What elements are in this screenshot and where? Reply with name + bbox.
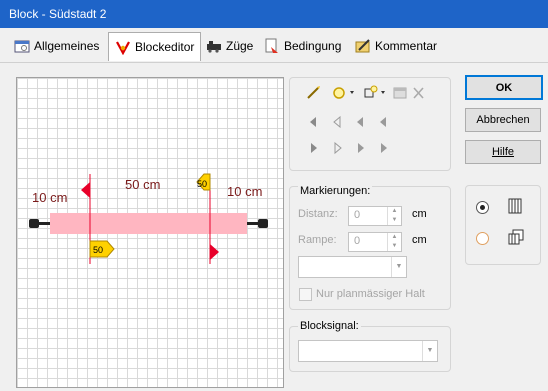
train-icon: [207, 41, 221, 53]
speed-value-bottom: 50: [93, 245, 103, 255]
block-editor-icon: [116, 41, 130, 55]
chevron-down-icon: ▼: [422, 341, 437, 361]
left-distance-label: 10 cm: [32, 190, 67, 205]
ramp-input[interactable]: 0 ▲ ▼: [348, 232, 402, 252]
window-title: Block - Südstadt 2: [9, 7, 107, 21]
tab-blockeditor-label: Blockeditor: [135, 40, 195, 54]
ramp-label: Rampe:: [298, 234, 337, 246]
pen-tool-icon[interactable]: [307, 86, 320, 99]
ramp-spinner[interactable]: ▲ ▼: [387, 233, 401, 251]
view-mode-radio-multi[interactable]: [476, 232, 489, 245]
speed-value-top: 50: [197, 179, 207, 189]
right-distance-label: 10 cm: [227, 184, 262, 199]
left-connector-icon[interactable]: [29, 219, 50, 228]
distance-label: Distanz:: [298, 208, 338, 220]
arrow-right-3-icon[interactable]: [358, 143, 364, 153]
block-signal-select[interactable]: ▼: [298, 340, 438, 362]
tab-zuege[interactable]: Züge: [206, 34, 253, 58]
tab-allgemeines-label: Allgemeines: [34, 39, 100, 53]
arrow-right-4-icon[interactable]: [381, 143, 387, 153]
block-editor-canvas[interactable]: 50 cm 10 cm 10 cm 50 50: [16, 77, 284, 388]
arrow-right-2-icon[interactable]: [334, 141, 342, 155]
chevron-down-icon: ▼: [391, 257, 406, 277]
single-page-icon: [508, 198, 522, 214]
tab-kommentar-label: Kommentar: [375, 39, 438, 53]
view-mode-group: [465, 185, 541, 265]
block-signal-title: Blocksignal:: [298, 320, 361, 332]
condition-icon: [265, 38, 278, 53]
properties-window-icon[interactable]: [393, 87, 407, 99]
tab-bedingung[interactable]: Bedingung: [264, 34, 341, 58]
ramp-value: 0: [354, 235, 361, 247]
settings-window-icon: [14, 40, 30, 53]
arrow-left-3-icon[interactable]: [357, 117, 363, 127]
tab-allgemeines[interactable]: Allgemeines: [14, 34, 99, 58]
tool-panel: [289, 77, 451, 171]
arrow-right-1-icon[interactable]: [311, 143, 317, 153]
block-length-label: 50 cm: [125, 177, 160, 192]
title-bar: Block - Südstadt 2: [0, 0, 548, 28]
block-track[interactable]: [50, 213, 247, 234]
arrow-left-2-icon[interactable]: [333, 115, 341, 129]
markings-select[interactable]: ▼: [298, 256, 407, 278]
scheduled-stop-checkbox[interactable]: [299, 288, 312, 301]
tab-zuege-label: Züge: [226, 39, 254, 53]
distance-value: 0: [354, 209, 361, 221]
arrow-left-4-icon[interactable]: [380, 117, 386, 127]
distance-unit: cm: [412, 208, 427, 220]
ok-button[interactable]: OK: [465, 75, 543, 100]
delete-icon[interactable]: [413, 87, 424, 99]
tab-kommentar[interactable]: Kommentar: [355, 34, 437, 58]
cancel-button[interactable]: Abbrechen: [465, 108, 541, 132]
comment-icon: [355, 39, 370, 53]
view-mode-radio-single[interactable]: [476, 201, 489, 214]
distance-input[interactable]: 0 ▲ ▼: [348, 206, 402, 226]
markings-group: Markierungen: Distanz: 0 ▲ ▼ cm Rampe: 0 …: [289, 185, 451, 310]
block-signal-group: Blocksignal: ▼: [289, 320, 451, 372]
circle-tool-icon[interactable]: [333, 87, 354, 99]
help-button[interactable]: Hilfe: [465, 140, 541, 164]
tab-bar: Allgemeines Blockeditor Züge Bedingung K…: [0, 28, 548, 63]
ramp-unit: cm: [412, 234, 427, 246]
distance-spinner[interactable]: ▲ ▼: [387, 207, 401, 225]
multi-page-icon: [508, 229, 524, 245]
marker-arrow-right[interactable]: [210, 244, 219, 260]
right-connector-icon[interactable]: [247, 219, 268, 228]
scheduled-stop-label: Nur planmässiger Halt: [316, 288, 425, 300]
tab-blockeditor[interactable]: Blockeditor: [108, 32, 202, 61]
tab-bedingung-label: Bedingung: [284, 39, 342, 53]
marker-arrow-left[interactable]: [81, 182, 90, 198]
transform-tool-icon[interactable]: [364, 85, 385, 98]
arrow-left-1-icon[interactable]: [310, 117, 316, 127]
markings-title: Markierungen:: [298, 185, 373, 197]
